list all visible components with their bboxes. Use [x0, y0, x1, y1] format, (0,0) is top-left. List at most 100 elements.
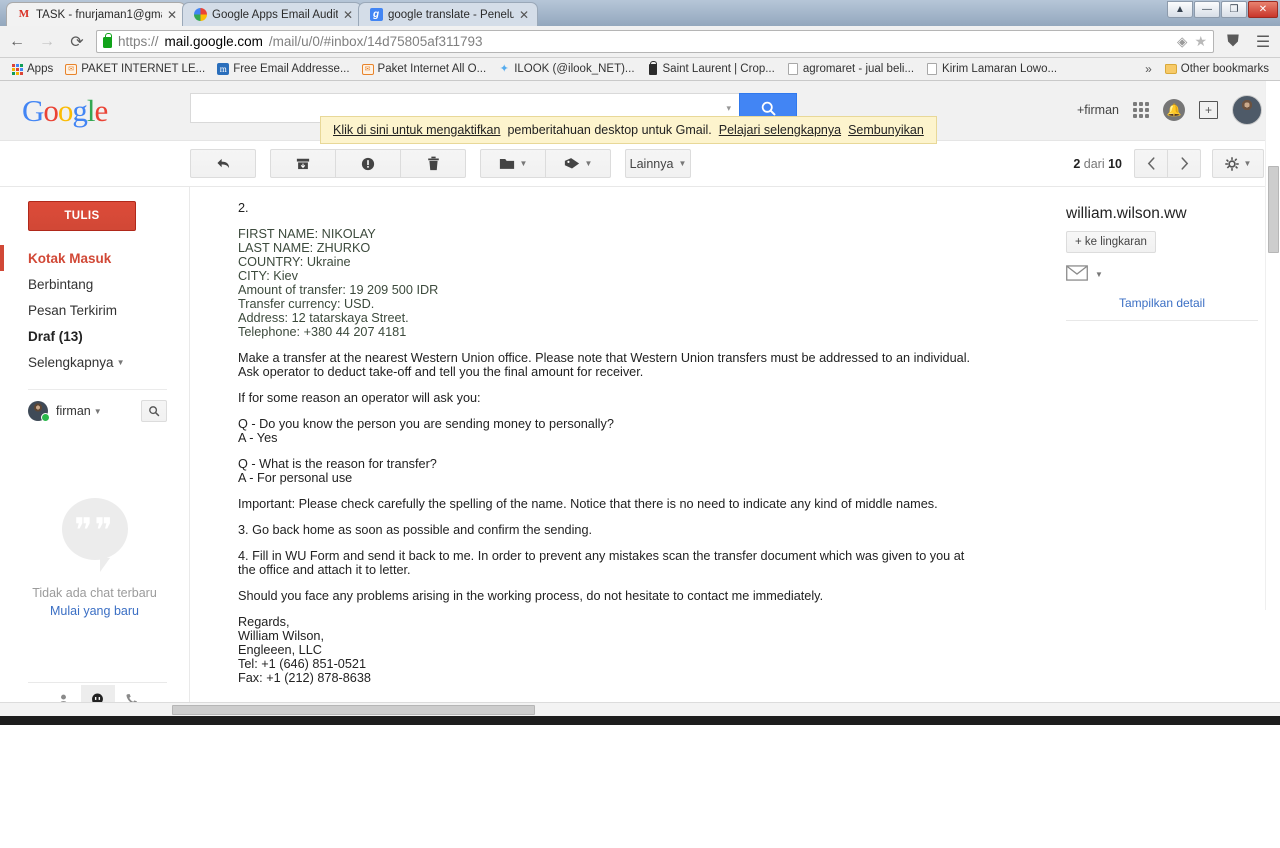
- message-toolbar: ▼ ▼ Lainnya ▼ 2 dari 10 ▼: [0, 141, 1280, 187]
- sidebar-item-label: Pesan Terkirim: [28, 302, 118, 318]
- bookmark-agromaret[interactable]: agromaret - jual beli...: [782, 61, 919, 77]
- chevron-down-icon[interactable]: ▼: [1095, 270, 1103, 279]
- bookmark-label: Kirim Lamaran Lowo...: [942, 63, 1058, 75]
- forward-icon[interactable]: →: [36, 31, 58, 53]
- move-to-button[interactable]: ▼: [480, 149, 546, 178]
- previous-message-button[interactable]: [1134, 149, 1168, 178]
- window-bottom-edge: [0, 716, 1280, 725]
- shield-icon[interactable]: ⛊: [1222, 31, 1244, 53]
- sidebar-item-starred[interactable]: Berbintang: [0, 271, 189, 297]
- more-button[interactable]: Lainnya ▼: [625, 149, 691, 178]
- url-scheme: https://: [118, 34, 159, 49]
- bookmark-free-email-addresses[interactable]: m Free Email Addresse...: [212, 61, 354, 77]
- desktop-notification-banner: Klik di sini untuk mengaktifkan pemberit…: [320, 116, 937, 144]
- message-count: 2 dari 10: [1073, 157, 1122, 171]
- sidebar-item-drafts[interactable]: Draf (13): [0, 323, 189, 349]
- window-controls: ▲ — ❐ ✕: [1167, 1, 1278, 18]
- pagination-area: 2 dari 10 ▼: [1073, 149, 1280, 178]
- bookmark-label: Apps: [27, 63, 54, 75]
- chrome-menu-icon[interactable]: ☰: [1252, 31, 1274, 53]
- window-maximize-button[interactable]: ❐: [1221, 1, 1247, 18]
- address-bar[interactable]: https:// mail.google.com/mail/u/0/#inbox/…: [96, 30, 1214, 53]
- horizontal-scrollbar[interactable]: [0, 702, 1280, 716]
- sidebar: TULIS Kotak Masuk Berbintang Pesan Terki…: [0, 187, 190, 716]
- chevron-right-icon: [1180, 157, 1188, 170]
- learn-more-link[interactable]: Pelajari selengkapnya: [719, 123, 841, 137]
- reload-icon[interactable]: ⟳: [66, 31, 88, 53]
- message-pane: 2. FIRST NAME: NIKOLAY LAST NAME: ZHURKO…: [190, 187, 1048, 716]
- labels-button[interactable]: ▼: [545, 149, 611, 178]
- close-icon[interactable]: ✕: [167, 8, 177, 22]
- bell-icon[interactable]: 🔔: [1163, 99, 1185, 121]
- url-host: mail.google.com: [164, 34, 263, 49]
- window-minimize-button[interactable]: —: [1194, 1, 1220, 18]
- share-icon[interactable]: +: [1199, 101, 1218, 119]
- message-paragraph-transfer: Make a transfer at the nearest Western U…: [238, 351, 971, 379]
- sidebar-item-inbox[interactable]: Kotak Masuk: [0, 245, 189, 271]
- bookmark-ilook-twitter[interactable]: ✦ ILOOK (@ilook_NET)...: [493, 61, 639, 77]
- message-recipient-details: FIRST NAME: NIKOLAY LAST NAME: ZHURKO CO…: [238, 227, 439, 339]
- chat-start-new-link[interactable]: Mulai yang baru: [0, 604, 189, 618]
- bookmark-paket-internet-le[interactable]: ✉ PAKET INTERNET LE...: [60, 61, 210, 77]
- bookmarks-bar: Apps ✉ PAKET INTERNET LE... m Free Email…: [0, 58, 1280, 81]
- back-group: [190, 149, 256, 178]
- vertical-scrollbar-thumb[interactable]: [1268, 166, 1279, 253]
- move-to-folder-icon: [499, 159, 514, 169]
- delete-button[interactable]: [400, 149, 466, 178]
- hide-notification-link[interactable]: Sembunyikan: [848, 123, 924, 137]
- bookmark-paket-internet-all-o[interactable]: ✉ Paket Internet All O...: [357, 61, 492, 77]
- hangouts-bubble-icon: ❞❞: [61, 498, 128, 572]
- chevron-down-icon: ▼: [1243, 159, 1252, 168]
- chat-avatar[interactable]: [28, 401, 50, 422]
- browser-tab-google-translate[interactable]: g google translate - Penelu ✕: [358, 2, 538, 26]
- close-icon[interactable]: ✕: [343, 8, 353, 22]
- avatar[interactable]: [1232, 95, 1262, 125]
- browser-tab-gmail[interactable]: M TASK - fnurjaman1@gma ✕: [6, 2, 186, 26]
- report-spam-icon: [361, 157, 375, 170]
- page-icon: [787, 63, 799, 75]
- count-total: 10: [1108, 156, 1122, 171]
- bookmark-kirim-lamaran[interactable]: Kirim Lamaran Lowo...: [921, 61, 1062, 77]
- close-icon[interactable]: ✕: [519, 8, 529, 22]
- chat-search-button[interactable]: [141, 400, 167, 422]
- extension-icon[interactable]: ◈: [1177, 34, 1187, 50]
- chat-user[interactable]: firman ▼: [56, 404, 102, 418]
- next-message-button[interactable]: [1167, 149, 1201, 178]
- back-icon[interactable]: ←: [6, 31, 28, 53]
- search-options-chevron-icon[interactable]: ▾: [726, 103, 731, 114]
- m-blue-icon: m: [217, 63, 230, 75]
- bookmark-other-bookmarks[interactable]: Other bookmarks: [1160, 61, 1274, 77]
- count-of: dari: [1083, 156, 1105, 171]
- sidebar-item-sent[interactable]: Pesan Terkirim: [0, 297, 189, 323]
- google-plus-name[interactable]: +firman: [1077, 103, 1119, 117]
- window-close-button[interactable]: ✕: [1248, 1, 1278, 18]
- bookmark-apps[interactable]: Apps: [6, 61, 58, 77]
- settings-button[interactable]: ▼: [1212, 149, 1264, 178]
- notification-body-text: pemberitahuan desktop untuk Gmail.: [507, 123, 712, 137]
- add-to-circles-button[interactable]: + ke lingkaran: [1066, 231, 1156, 253]
- compose-button[interactable]: TULIS: [28, 201, 136, 231]
- envelope-icon[interactable]: [1066, 265, 1088, 284]
- gmail-icon: M: [18, 8, 30, 20]
- message-body: 2. FIRST NAME: NIKOLAY LAST NAME: ZHURKO…: [190, 187, 1048, 685]
- browser-tab-google-apps-email-audit[interactable]: Google Apps Email Audit ✕: [182, 2, 362, 26]
- show-details-link[interactable]: Tampilkan detail: [1066, 296, 1258, 310]
- report-spam-button[interactable]: [335, 149, 401, 178]
- horizontal-scrollbar-thumb[interactable]: [172, 705, 535, 715]
- gmail-body: TULIS Kotak Masuk Berbintang Pesan Terki…: [0, 81, 1280, 716]
- organize-group: ▼ ▼: [480, 149, 611, 178]
- apps-grid-icon[interactable]: [1133, 102, 1149, 118]
- more-group: Lainnya ▼: [625, 149, 691, 178]
- back-to-inbox-button[interactable]: [190, 149, 256, 178]
- chat-empty-state: ❞❞ Tidak ada chat terbaru Mulai yang bar…: [0, 498, 189, 618]
- bookmark-saint-laurent[interactable]: Saint Laurent | Crop...: [642, 60, 780, 77]
- message-paragraph-important: Important: Please check carefully the sp…: [238, 497, 938, 511]
- enable-notifications-link[interactable]: Klik di sini untuk mengaktifkan: [333, 123, 500, 137]
- google-logo[interactable]: Google: [0, 81, 190, 126]
- window-pin-button[interactable]: ▲: [1167, 1, 1193, 18]
- sidebar-item-more[interactable]: Selengkapnya ▼: [0, 349, 189, 375]
- vertical-scrollbar[interactable]: [1265, 81, 1280, 610]
- bookmarks-overflow-icon[interactable]: »: [1141, 62, 1156, 76]
- bookmark-star-icon[interactable]: ★: [1194, 33, 1207, 50]
- archive-button[interactable]: [270, 149, 336, 178]
